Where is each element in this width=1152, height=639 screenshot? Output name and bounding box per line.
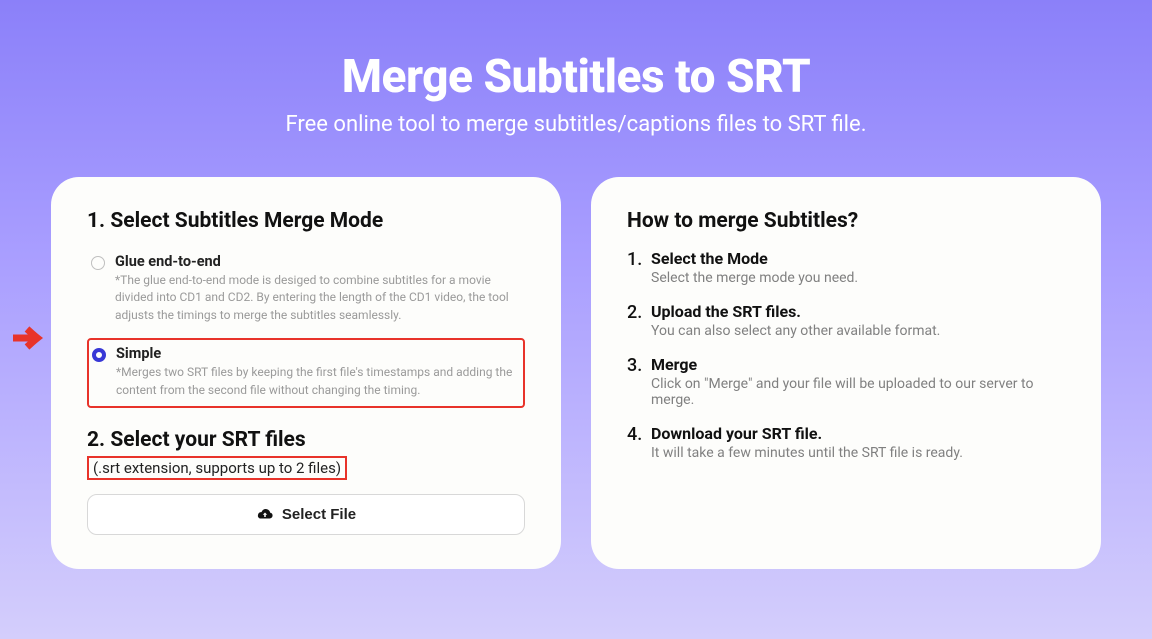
howto-card: How to merge Subtitles? Select the Mode …: [591, 177, 1101, 569]
step-2: Upload the SRT files. You can also selec…: [627, 302, 1065, 339]
step-title: Select the Mode: [651, 249, 768, 268]
step-desc: Select the merge mode you need.: [651, 270, 1065, 286]
step-title: Download your SRT file.: [651, 424, 822, 443]
step-desc: Click on "Merge" and your file will be u…: [651, 376, 1065, 408]
radio-icon: [91, 256, 105, 270]
content-cards: 1. Select Subtitles Merge Mode Glue end-…: [40, 177, 1112, 569]
radio-desc-simple: *Merges two SRT files by keeping the fir…: [116, 364, 516, 399]
step-4: Download your SRT file. It will take a f…: [627, 424, 1065, 461]
howto-title: How to merge Subtitles?: [627, 209, 1065, 233]
section-files-title: 2. Select your SRT files: [87, 428, 525, 452]
radio-label-simple: Simple: [116, 345, 516, 362]
step-3: Merge Click on "Merge" and your file wil…: [627, 355, 1065, 408]
page-title: Merge Subtitles to SRT: [40, 50, 1112, 104]
page-header: Merge Subtitles to SRT Free online tool …: [40, 50, 1112, 137]
section-mode-title: 1. Select Subtitles Merge Mode: [87, 209, 525, 233]
file-hint-text: (.srt extension, supports up to 2 files): [87, 456, 347, 480]
radio-option-simple[interactable]: Simple *Merges two SRT files by keeping …: [87, 338, 525, 408]
arrow-annotation-icon: [13, 325, 49, 351]
cloud-upload-icon: [256, 507, 274, 521]
step-desc: You can also select any other available …: [651, 323, 1065, 339]
radio-option-glue[interactable]: Glue end-to-end *The glue end-to-end mod…: [87, 247, 525, 332]
page-subtitle: Free online tool to merge subtitles/capt…: [40, 112, 1112, 137]
radio-icon: [92, 348, 106, 362]
step-desc: It will take a few minutes until the SRT…: [651, 445, 1065, 461]
select-file-button[interactable]: Select File: [87, 494, 525, 535]
howto-steps: Select the Mode Select the merge mode yo…: [627, 249, 1065, 461]
step-1: Select the Mode Select the merge mode yo…: [627, 249, 1065, 286]
radio-label-glue: Glue end-to-end: [115, 253, 517, 270]
step-title: Merge: [651, 355, 697, 374]
radio-desc-glue: *The glue end-to-end mode is desiged to …: [115, 272, 517, 324]
select-file-label: Select File: [282, 506, 356, 523]
merge-form-card: 1. Select Subtitles Merge Mode Glue end-…: [51, 177, 561, 569]
step-title: Upload the SRT files.: [651, 302, 801, 321]
